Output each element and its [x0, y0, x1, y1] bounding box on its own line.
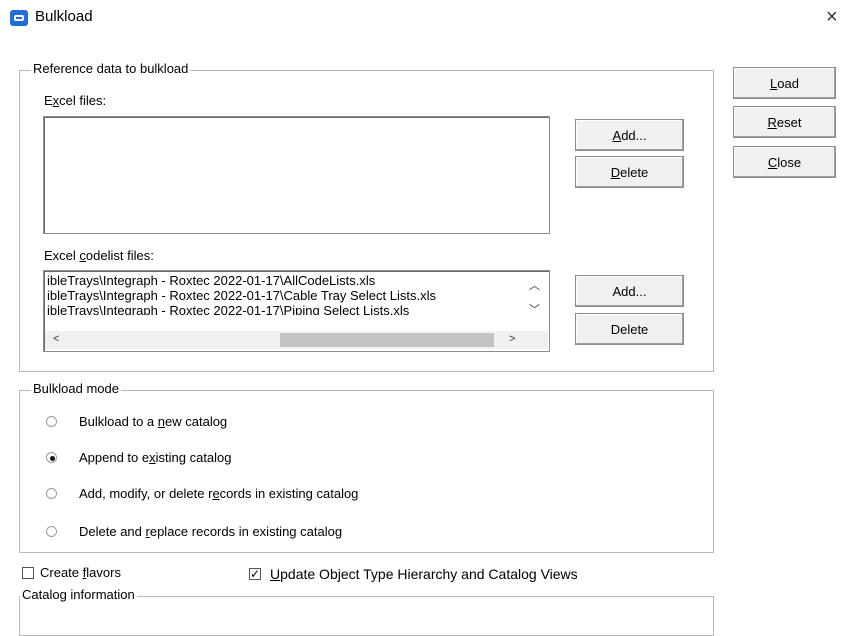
list-item[interactable]: ibleTrays\Integraph - Roxtec 2022-01-17\… [47, 303, 512, 315]
scroll-down-icon[interactable]: ﹀ [529, 301, 540, 317]
catalog-information-legend: Catalog information [20, 587, 137, 602]
close-button[interactable]: Close [733, 146, 836, 178]
bulkload-mode-legend: Bulkload mode [31, 381, 121, 396]
title-bar: Bulkload × [0, 0, 849, 40]
scroll-right-icon[interactable]: > [509, 333, 515, 345]
radio-icon[interactable] [46, 526, 57, 537]
scroll-thumb[interactable] [280, 333, 494, 347]
checkbox-checked-icon[interactable]: ✓ [249, 568, 261, 580]
excel-files-label: Excel files: [44, 93, 107, 108]
close-window-icon[interactable]: × [826, 6, 838, 29]
codelist-add-button[interactable]: Add... [575, 275, 684, 307]
load-button[interactable]: Load [733, 67, 836, 99]
horizontal-scrollbar[interactable]: < > [45, 331, 548, 349]
checkbox-icon[interactable] [22, 567, 34, 579]
excel-add-button[interactable]: Add... [575, 119, 684, 151]
radio-icon[interactable] [46, 416, 57, 427]
codelist-delete-button[interactable]: Delete [575, 313, 684, 345]
reset-button[interactable]: Reset [733, 106, 836, 138]
excel-delete-button[interactable]: Delete [575, 156, 684, 188]
radio-icon[interactable] [46, 488, 57, 499]
window-title: Bulkload [35, 8, 93, 25]
codelist-files-list[interactable]: ibleTrays\Integraph - Roxtec 2022-01-17\… [43, 270, 550, 352]
codelist-items: ibleTrays\Integraph - Roxtec 2022-01-17\… [47, 273, 512, 315]
codelist-files-label: Excel codelist files: [44, 248, 154, 263]
list-item[interactable]: ibleTrays\Integraph - Roxtec 2022-01-17\… [47, 273, 512, 288]
scroll-left-icon[interactable]: < [53, 333, 59, 345]
catalog-information-group [19, 596, 714, 636]
radio-icon-selected[interactable] [46, 452, 57, 463]
bulkload-app-icon [10, 10, 28, 26]
excel-files-list[interactable] [43, 116, 550, 234]
list-item[interactable]: ibleTrays\Integraph - Roxtec 2022-01-17\… [47, 288, 512, 303]
reference-data-legend: Reference data to bulkload [31, 61, 191, 76]
scroll-up-icon[interactable]: ︿ [529, 277, 540, 293]
